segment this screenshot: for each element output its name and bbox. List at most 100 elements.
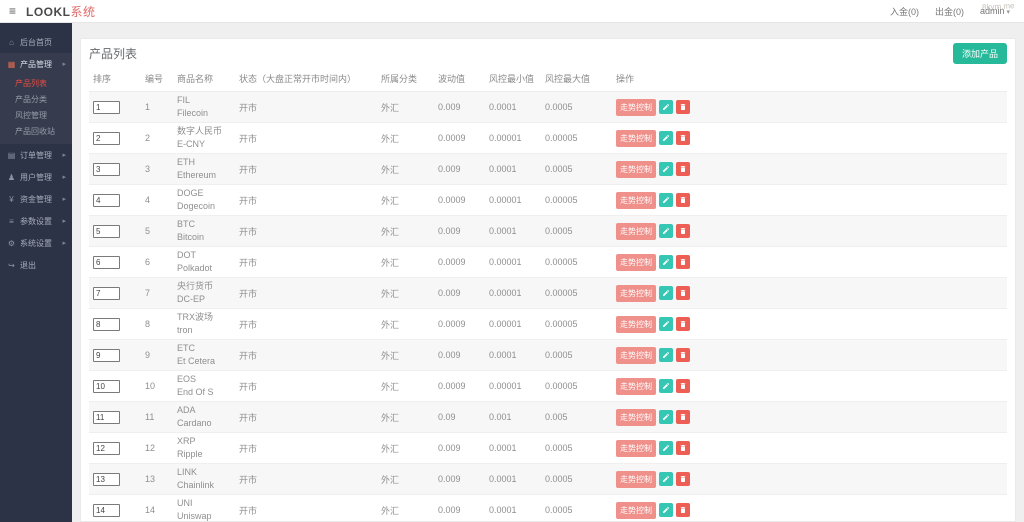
trend-control-button[interactable]: 走势控制 bbox=[616, 191, 656, 209]
volatility-cell: 0.0009 bbox=[434, 122, 485, 154]
sort-input[interactable] bbox=[93, 317, 120, 331]
sidebar-menu: ⌂ 后台首页 ▦ 产品管理 ▸ 产品列表 产品分类 风控管理 产品回收站 ▤ 订单管理 ▸ ♟ 用户管理 ▸… bbox=[0, 31, 72, 276]
sort-input[interactable] bbox=[93, 503, 120, 517]
edit-button[interactable] bbox=[659, 317, 673, 331]
trash-icon bbox=[679, 103, 687, 111]
trend-control-button[interactable]: 走势控制 bbox=[616, 315, 656, 333]
trend-control-button[interactable]: 走势控制 bbox=[616, 284, 656, 302]
edit-button[interactable] bbox=[659, 410, 673, 424]
sidebar-subitem-产品列表[interactable]: 产品列表 bbox=[0, 75, 72, 91]
trend-control-button[interactable]: 走势控制 bbox=[616, 253, 656, 271]
product-icon: ▦ bbox=[7, 59, 16, 69]
delete-button[interactable] bbox=[676, 410, 690, 424]
sort-input[interactable] bbox=[93, 348, 120, 362]
trend-control-button[interactable]: 走势控制 bbox=[616, 346, 656, 364]
delete-button[interactable] bbox=[676, 441, 690, 455]
trend-control-button[interactable]: 走势控制 bbox=[616, 160, 656, 178]
delete-button[interactable] bbox=[676, 472, 690, 486]
risk-max-cell: 0.0005 bbox=[541, 339, 612, 371]
trend-control-button[interactable]: 走势控制 bbox=[616, 470, 656, 488]
hamburger-icon[interactable]: ≡ bbox=[9, 5, 16, 17]
edit-button[interactable] bbox=[659, 131, 673, 145]
delete-button[interactable] bbox=[676, 379, 690, 393]
delete-button[interactable] bbox=[676, 100, 690, 114]
row-actions: 走势控制 bbox=[616, 98, 1003, 116]
edit-button[interactable] bbox=[659, 503, 673, 517]
sidebar-item-后台首页[interactable]: ⌂ 后台首页 bbox=[0, 31, 72, 53]
sidebar-item-订单管理[interactable]: ▤ 订单管理 ▸ bbox=[0, 144, 72, 166]
sidebar-subitem-产品回收站[interactable]: 产品回收站 bbox=[0, 123, 72, 139]
sidebar-item-用户管理[interactable]: ♟ 用户管理 ▸ bbox=[0, 166, 72, 188]
edit-button[interactable] bbox=[659, 472, 673, 486]
deposit-link[interactable]: 入金(0) bbox=[890, 5, 919, 18]
sidebar-item-退出[interactable]: ↪ 退出 bbox=[0, 254, 72, 276]
sort-input[interactable] bbox=[93, 162, 120, 176]
delete-button[interactable] bbox=[676, 286, 690, 300]
withdraw-link[interactable]: 出金(0) bbox=[935, 5, 964, 18]
sort-input[interactable] bbox=[93, 100, 120, 114]
sidebar-item-系统设置[interactable]: ⚙ 系统设置 ▸ bbox=[0, 232, 72, 254]
trash-icon bbox=[679, 320, 687, 328]
edit-button[interactable] bbox=[659, 286, 673, 300]
sort-input[interactable] bbox=[93, 472, 120, 486]
row-actions: 走势控制 bbox=[616, 129, 1003, 147]
edit-button[interactable] bbox=[659, 193, 673, 207]
sort-input[interactable] bbox=[93, 224, 120, 238]
edit-button[interactable] bbox=[659, 348, 673, 362]
risk-min-cell: 0.00001 bbox=[485, 308, 541, 340]
delete-button[interactable] bbox=[676, 193, 690, 207]
edit-button[interactable] bbox=[659, 224, 673, 238]
sidebar-item-资金管理[interactable]: ¥ 资金管理 ▸ bbox=[0, 188, 72, 210]
actions-cell: 走势控制 bbox=[612, 277, 1007, 309]
edit-button[interactable] bbox=[659, 162, 673, 176]
sort-input[interactable] bbox=[93, 441, 120, 455]
chevron-right-icon: ▸ bbox=[62, 218, 66, 225]
user-menu[interactable]: admin ▾ bbox=[980, 6, 1010, 16]
delete-button[interactable] bbox=[676, 317, 690, 331]
sort-input[interactable] bbox=[93, 131, 120, 145]
trend-control-button[interactable]: 走势控制 bbox=[616, 129, 656, 147]
risk-max-cell: 0.00005 bbox=[541, 246, 612, 278]
volatility-cell: 0.09 bbox=[434, 401, 485, 433]
number-cell: 2 bbox=[141, 122, 173, 154]
edit-button[interactable] bbox=[659, 441, 673, 455]
edit-button[interactable] bbox=[659, 255, 673, 269]
number-cell: 3 bbox=[141, 153, 173, 185]
chevron-right-icon: ▸ bbox=[62, 240, 66, 247]
risk-min-cell: 0.0001 bbox=[485, 91, 541, 123]
sort-input[interactable] bbox=[93, 255, 120, 269]
sidebar-item-参数设置[interactable]: ≡ 参数设置 ▸ bbox=[0, 210, 72, 232]
delete-button[interactable] bbox=[676, 131, 690, 145]
table-row: 4 DOGE Dogecoin 开市外汇0.00090.000010.00005走势控… bbox=[89, 184, 1007, 216]
pencil-icon bbox=[662, 227, 670, 235]
sidebar-subitem-风控管理[interactable]: 风控管理 bbox=[0, 107, 72, 123]
add-product-button[interactable]: 添加产品 bbox=[952, 42, 1007, 64]
sort-input[interactable] bbox=[93, 379, 120, 393]
sort-input[interactable] bbox=[93, 193, 120, 207]
column-header: 状态（大盘正常开市时间内） bbox=[235, 67, 377, 92]
sort-input[interactable] bbox=[93, 410, 120, 424]
delete-button[interactable] bbox=[676, 224, 690, 238]
sidebar-item-产品管理[interactable]: ▦ 产品管理 ▸ bbox=[0, 53, 72, 75]
status-cell: 开市 bbox=[235, 91, 377, 123]
table-row: 5 BTC Bitcoin 开市外汇0.0090.00010.0005走势控制 bbox=[89, 215, 1007, 247]
trend-control-button[interactable]: 走势控制 bbox=[616, 222, 656, 240]
trend-control-button[interactable]: 走势控制 bbox=[616, 377, 656, 395]
sort-input[interactable] bbox=[93, 286, 120, 300]
column-header: 所属分类 bbox=[377, 67, 434, 92]
delete-button[interactable] bbox=[676, 162, 690, 176]
delete-button[interactable] bbox=[676, 503, 690, 517]
edit-button[interactable] bbox=[659, 100, 673, 114]
trend-control-button[interactable]: 走势控制 bbox=[616, 501, 656, 519]
row-actions: 走势控制 bbox=[616, 315, 1003, 333]
delete-button[interactable] bbox=[676, 255, 690, 269]
users-icon: ♟ bbox=[7, 172, 16, 182]
edit-button[interactable] bbox=[659, 379, 673, 393]
trend-control-button[interactable]: 走势控制 bbox=[616, 98, 656, 116]
trend-control-button[interactable]: 走势控制 bbox=[616, 439, 656, 457]
sidebar-item-label: 订单管理 bbox=[20, 150, 52, 160]
sidebar-subitem-产品分类[interactable]: 产品分类 bbox=[0, 91, 72, 107]
delete-button[interactable] bbox=[676, 348, 690, 362]
product-fullname: End Of S bbox=[177, 387, 214, 397]
trend-control-button[interactable]: 走势控制 bbox=[616, 408, 656, 426]
